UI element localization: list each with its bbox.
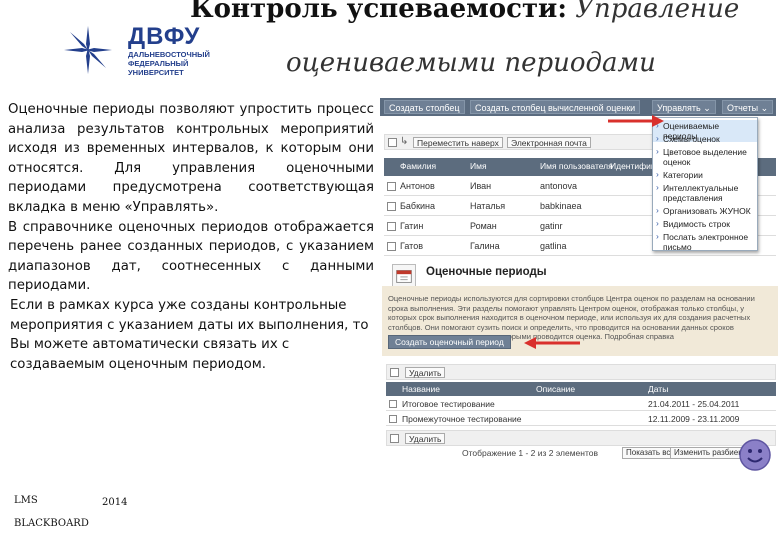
cell-lastname: Антонов xyxy=(400,181,435,191)
arrow-icon: ↳ xyxy=(400,136,409,147)
footer-lms: LMS xyxy=(14,495,38,506)
logo-text: ДВФУ ДАЛЬНЕВОСТОЧНЫЙ ФЕДЕРАЛЬНЫЙ УНИВЕРС… xyxy=(128,23,210,78)
cell-name[interactable]: Итоговое тестирование xyxy=(402,399,495,409)
cell-dates: 12.11.2009 - 23.11.2009 xyxy=(648,414,740,424)
row-checkbox[interactable] xyxy=(387,202,396,211)
menu-item-categories[interactable]: Категории xyxy=(653,169,757,181)
grade-actions-bar: ↳ Переместить наверх Электронная почта xyxy=(384,134,656,150)
row-checkbox[interactable] xyxy=(387,242,396,251)
page-title: Контроль успеваемости: Управление xyxy=(190,0,739,26)
cell-username: babkinaea xyxy=(540,201,582,211)
dvfu-logo-mark-icon xyxy=(64,26,112,74)
col-lastname[interactable]: Фамилия xyxy=(400,161,436,171)
email-button[interactable]: Электронная почта xyxy=(507,137,591,148)
cell-firstname: Роман xyxy=(470,221,497,231)
periods-list-toolbar: Удалить xyxy=(386,364,776,380)
smiley-icon xyxy=(739,439,771,471)
col-firstname[interactable]: Имя xyxy=(470,161,487,171)
table-row: Промежуточное тестирование 12.11.2009 - … xyxy=(386,412,776,426)
reports-menu-button[interactable]: Отчеты ⌄ xyxy=(722,100,774,114)
table-row: Итоговое тестирование 21.04.2011 - 25.04… xyxy=(386,397,776,411)
create-grading-period-button[interactable]: Создать оценочный период xyxy=(388,335,511,349)
page-title-line2: оцениваемыми периодами xyxy=(286,48,656,78)
select-all-checkbox[interactable] xyxy=(390,368,399,377)
cell-username: gatinr xyxy=(540,221,563,231)
select-all-checkbox[interactable] xyxy=(390,434,399,443)
red-arrow-icon xyxy=(524,337,580,349)
col-username[interactable]: Имя пользователя xyxy=(540,161,613,171)
col-name[interactable]: Название xyxy=(402,384,440,394)
calendar-icon xyxy=(392,264,416,288)
reports-label: Отчеты xyxy=(727,103,759,113)
menu-item-organize[interactable]: Организовать ЖУНОК xyxy=(653,205,757,217)
dvfu-logo: ДВФУ ДАЛЬНЕВОСТОЧНЫЙ ФЕДЕРАЛЬНЫЙ УНИВЕРС… xyxy=(60,22,250,82)
create-calculated-column-button[interactable]: Создать столбец вычисленной оценки xyxy=(470,100,641,114)
paragraph-1: Оценочные периоды позволяют упростить пр… xyxy=(8,102,374,215)
paragraph-2: В справочнике оценочных периодов отображ… xyxy=(8,219,374,294)
menu-item-grading-schemas[interactable]: Схемы оценок xyxy=(653,133,757,145)
col-description[interactable]: Описание xyxy=(536,384,575,394)
footer-blackboard: BLACKBOARD xyxy=(14,518,89,529)
row-checkbox[interactable] xyxy=(389,400,397,408)
cell-username: gatlina xyxy=(540,241,567,251)
manage-label: Управлять xyxy=(657,103,701,113)
delete-button[interactable]: Удалить xyxy=(405,433,446,444)
grading-periods-title: Оценочные периоды xyxy=(426,266,547,278)
menu-item-smart-views[interactable]: Интеллектуальные представления xyxy=(653,182,757,204)
logo-sub-line: УНИВЕРСИТЕТ xyxy=(128,68,184,77)
col-dates[interactable]: Даты xyxy=(648,384,668,394)
manage-dropdown-menu: Оцениваемые периоды Схемы оценок Цветово… xyxy=(652,117,758,253)
red-arrow-icon xyxy=(608,115,664,127)
cell-name[interactable]: Промежуточное тестирование xyxy=(402,414,522,424)
title-bold: Контроль успеваемости: xyxy=(190,0,567,24)
chevron-down-icon: ⌄ xyxy=(760,103,769,113)
pager-text: Отображение 1 - 2 из 2 элементов xyxy=(462,448,599,458)
paragraph-3: Если в рамках курса уже созданы контроль… xyxy=(10,297,369,372)
create-column-button[interactable]: Создать столбец xyxy=(384,100,465,114)
cell-dates: 21.04.2011 - 25.04.2011 xyxy=(648,399,740,409)
cell-username: antonova xyxy=(540,181,578,191)
delete-button[interactable]: Удалить xyxy=(405,367,446,378)
select-all-checkbox[interactable] xyxy=(388,138,397,147)
menu-item-grading-color-codes[interactable]: Цветовое выделение оценок xyxy=(653,146,757,168)
move-top-button[interactable]: Переместить наверх xyxy=(413,137,503,148)
manage-menu-button[interactable]: Управлять ⌄ xyxy=(652,100,716,114)
row-checkbox[interactable] xyxy=(389,415,397,423)
title-italic: Управление xyxy=(575,0,740,24)
chevron-down-icon: ⌄ xyxy=(703,103,711,113)
screenshot-grade-center: Создать столбец Создать столбец вычислен… xyxy=(380,98,776,260)
grade-center-toolbar: Создать столбец Создать столбец вычислен… xyxy=(380,98,776,116)
cell-firstname: Иван xyxy=(470,181,492,191)
menu-item-row-visibility[interactable]: Видимость строк xyxy=(653,218,757,230)
row-checkbox[interactable] xyxy=(387,182,396,191)
periods-list-bottom-bar: Удалить xyxy=(386,430,776,446)
periods-table-header: Название Описание Даты xyxy=(386,382,776,396)
logo-sub-line: ДАЛЬНЕВОСТОЧНЫЙ xyxy=(128,50,210,59)
cell-firstname: Наталья xyxy=(470,201,506,211)
screenshot-periods-list: Удалить Название Описание Даты Итоговое … xyxy=(386,364,778,464)
footer-year: 2014 xyxy=(102,497,128,508)
logo-sub-line: ФЕДЕРАЛЬНЫЙ xyxy=(128,59,189,68)
cell-lastname: Бабкина xyxy=(400,201,436,211)
cell-lastname: Гатов xyxy=(400,241,423,251)
row-checkbox[interactable] xyxy=(387,222,396,231)
body-text: Оценочные периоды позволяют упростить пр… xyxy=(8,100,374,374)
grading-periods-header: Оценочные периоды xyxy=(382,262,778,288)
cell-firstname: Галина xyxy=(470,241,500,251)
menu-item-send-email[interactable]: Послать электронное письмо xyxy=(653,231,757,253)
cell-lastname: Гатин xyxy=(400,221,424,231)
logo-name: ДВФУ xyxy=(128,23,201,50)
